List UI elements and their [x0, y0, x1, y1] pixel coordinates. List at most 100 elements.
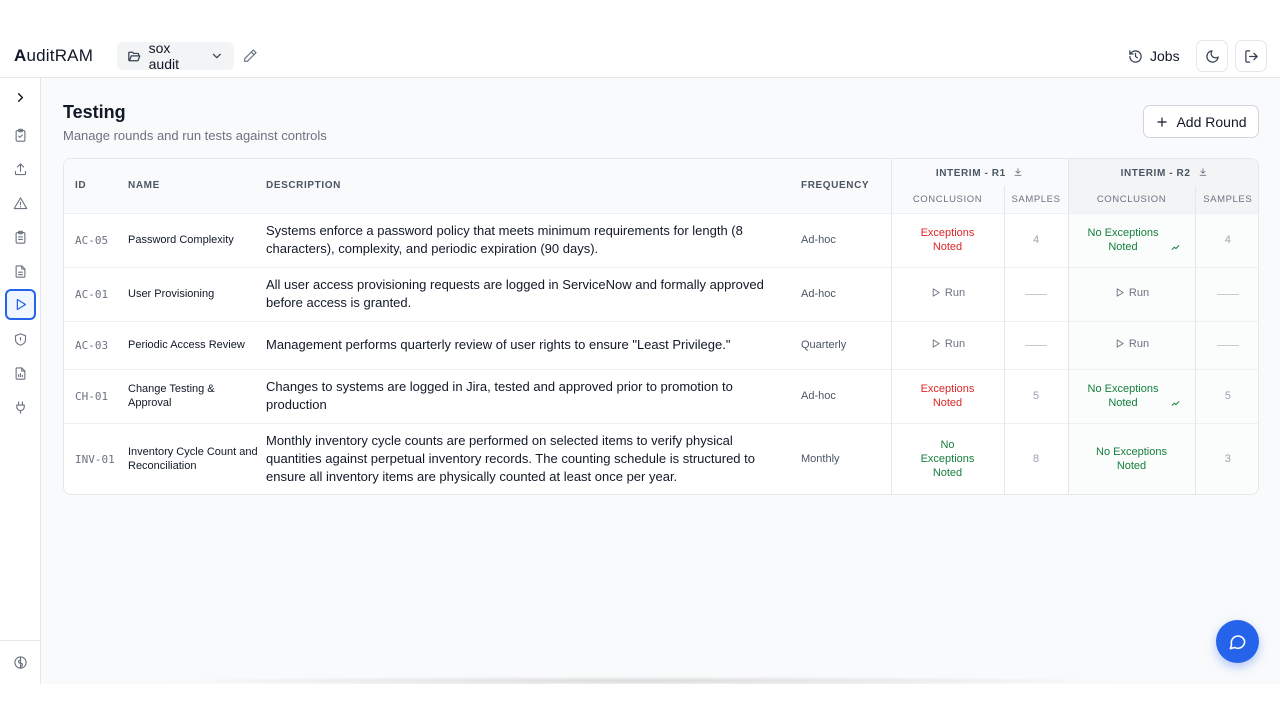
conclusion-cell-r1: Run — [890, 266, 1004, 321]
table-row[interactable]: AC-01 User Provisioning All user access pr… — [64, 266, 1258, 321]
run-button[interactable]: Run — [930, 337, 965, 351]
control-name[interactable]: User Provisioning — [128, 266, 266, 321]
conclusion-status[interactable]: No Exceptions Noted — [1083, 226, 1163, 254]
jobs-label: Jobs — [1150, 48, 1180, 64]
conclusion-cell-r2: No Exceptions Noted — [1067, 212, 1195, 267]
plug-icon — [16, 401, 25, 414]
control-description: Changes to systems are logged in Jira, t… — [266, 368, 801, 423]
table-row[interactable]: AC-05 Password Complexity Systems enforce … — [64, 212, 1258, 267]
round-label-r2: INTERIM - R2 — [1120, 167, 1191, 179]
chevron-down-icon — [213, 53, 222, 59]
samples-cell-r1: 5 — [1003, 368, 1068, 423]
sidebar — [0, 78, 41, 684]
jobs-button[interactable]: Jobs — [1120, 42, 1188, 70]
clipboard-list-icon — [15, 230, 26, 244]
sidebar-item-ai[interactable] — [5, 647, 36, 678]
control-name[interactable]: Periodic Access Review — [128, 320, 266, 369]
project-selector[interactable]: sox audit — [117, 40, 234, 72]
folder-open-icon — [128, 51, 141, 61]
control-frequency: Quarterly — [801, 320, 891, 369]
table-row[interactable]: INV-01 Inventory Cycle Count and Reconcil… — [64, 422, 1258, 494]
trending-up-icon — [1171, 244, 1180, 250]
empty-samples-dash — [1025, 344, 1047, 346]
conclusion-cell-r1: Exceptions Noted — [890, 368, 1004, 423]
sidebar-divider — [0, 640, 40, 641]
run-label: Run — [1128, 337, 1150, 350]
control-description: Systems enforce a password policy that m… — [266, 212, 801, 267]
samples-cell-r1 — [1003, 266, 1068, 321]
chat-button[interactable] — [1216, 620, 1259, 663]
sidebar-item-testing[interactable] — [5, 289, 36, 320]
app-logo[interactable]: AuditRAM — [14, 46, 93, 66]
history-icon — [1129, 49, 1142, 63]
message-circle-icon — [1229, 635, 1246, 650]
samples-cell-r2 — [1194, 320, 1258, 369]
conclusion-cell-r2: Run — [1067, 320, 1195, 369]
control-frequency: Ad-hoc — [801, 212, 891, 267]
conclusion-status[interactable]: No Exceptions Noted — [1082, 445, 1182, 473]
samples-cell-r2: 5 — [1194, 368, 1258, 423]
clipboard-check-icon — [15, 128, 26, 142]
download-icon[interactable] — [1198, 167, 1208, 177]
brain-icon — [14, 656, 27, 669]
top-bar: AuditRAM sox audit Jobs — [0, 0, 1280, 78]
run-label: Run — [944, 337, 966, 350]
table-row[interactable]: CH-01 Change Testing & Approval Changes to… — [64, 368, 1258, 423]
subheader-conclusion-r2: CONCLUSION — [1067, 186, 1195, 213]
empty-samples-dash — [1216, 344, 1239, 346]
run-button[interactable]: Run — [1114, 286, 1149, 300]
shield-icon — [14, 333, 27, 346]
conclusion-status[interactable]: No Exceptions Noted — [1083, 382, 1163, 410]
control-name[interactable]: Password Complexity — [128, 212, 266, 267]
samples-cell-r1: 8 — [1003, 422, 1068, 494]
testing-table: ID NAME DESCRIPTION FREQUENCY INTERIM - … — [63, 158, 1259, 495]
sidebar-item-risks[interactable] — [5, 188, 36, 219]
page-title: Testing — [63, 102, 126, 122]
add-round-button[interactable]: Add Round — [1143, 105, 1259, 138]
control-frequency: Ad-hoc — [801, 266, 891, 321]
control-name[interactable]: Change Testing & Approval — [128, 368, 266, 423]
sidebar-item-checklist[interactable] — [5, 222, 36, 253]
conclusion-cell-r2: Run — [1067, 266, 1195, 321]
control-id: AC-01 — [64, 266, 128, 321]
samples-cell-r2: 4 — [1194, 212, 1258, 267]
control-id: AC-03 — [64, 320, 128, 369]
download-icon[interactable] — [1013, 167, 1023, 177]
subheader-samples-r2: SAMPLES — [1194, 186, 1258, 213]
control-name[interactable]: Inventory Cycle Count and Reconciliation — [128, 422, 266, 494]
control-id: AC-05 — [64, 212, 128, 267]
theme-toggle-button[interactable] — [1196, 40, 1228, 72]
table-row[interactable]: AC-03 Periodic Access Review Management pe… — [64, 320, 1258, 369]
conclusion-cell-r1: Run — [890, 320, 1004, 369]
conclusion-cell-r1: Exceptions Noted — [890, 212, 1004, 267]
round-header-r1: INTERIM - R1 — [890, 159, 1068, 186]
conclusion-status[interactable]: Exceptions Noted — [908, 226, 988, 254]
sidebar-item-integrations[interactable] — [5, 392, 36, 423]
column-header-id: ID — [64, 159, 128, 213]
page-subtitle: Manage rounds and run tests against cont… — [63, 128, 327, 143]
plus-icon — [1157, 116, 1168, 127]
conclusion-status[interactable]: No Exceptions Noted — [918, 438, 978, 480]
sidebar-expand-button[interactable] — [5, 82, 36, 113]
control-id: INV-01 — [64, 422, 128, 494]
run-label: Run — [944, 286, 966, 299]
sidebar-item-reports[interactable] — [5, 358, 36, 389]
empty-samples-dash — [1216, 293, 1239, 295]
samples-cell-r2: 3 — [1194, 422, 1258, 494]
run-button[interactable]: Run — [930, 286, 965, 300]
column-header-name: NAME — [128, 159, 266, 213]
pencil-icon[interactable] — [242, 48, 258, 64]
run-button[interactable]: Run — [1114, 337, 1149, 351]
sidebar-item-controls[interactable] — [5, 120, 36, 151]
logout-button[interactable] — [1235, 40, 1267, 72]
sidebar-item-security[interactable] — [5, 324, 36, 355]
control-frequency: Monthly — [801, 422, 891, 494]
control-description: Management performs quarterly review of … — [266, 320, 801, 369]
play-icon — [1116, 339, 1124, 348]
chevron-right-icon — [17, 93, 24, 102]
conclusion-status[interactable]: Exceptions Noted — [908, 382, 988, 410]
sidebar-item-upload[interactable] — [5, 154, 36, 185]
sidebar-item-documents[interactable] — [5, 256, 36, 287]
control-description: Monthly inventory cycle counts are perfo… — [266, 422, 801, 494]
project-name: sox audit — [148, 40, 179, 72]
